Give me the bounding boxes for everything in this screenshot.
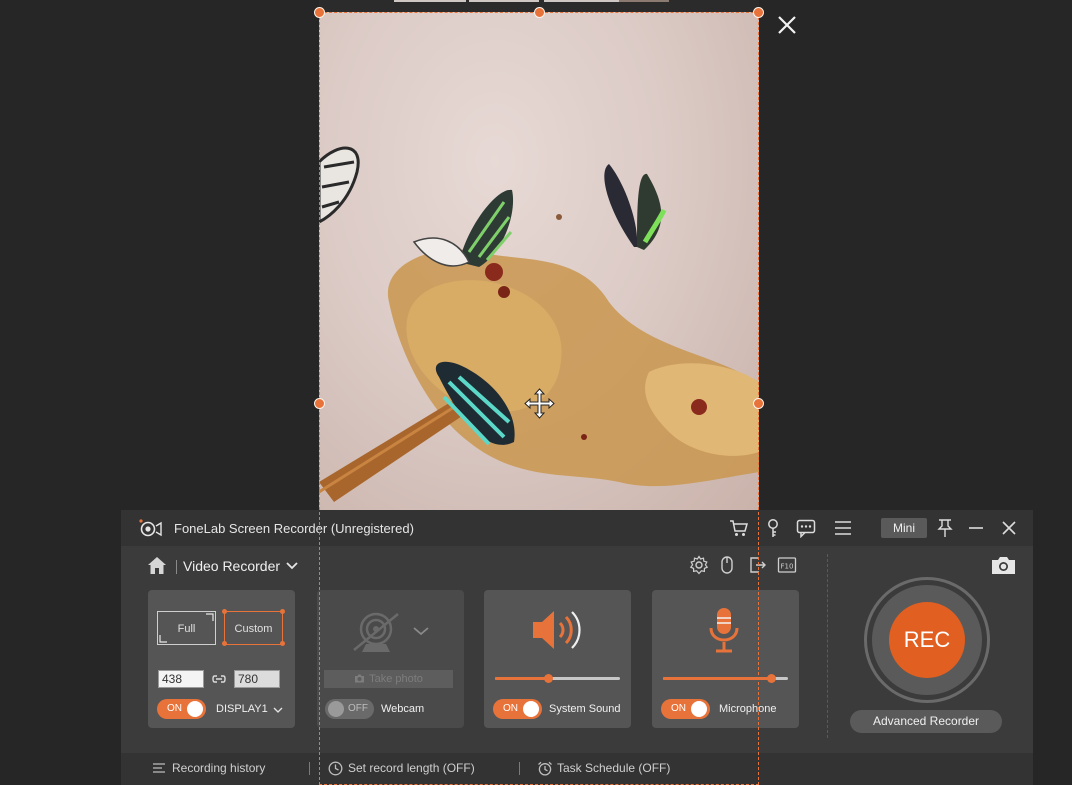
- export-icon[interactable]: [747, 555, 767, 575]
- rec-button[interactable]: REC: [889, 602, 965, 678]
- gear-icon[interactable]: [689, 555, 709, 575]
- app-logo-icon: [139, 519, 162, 537]
- microphone-volume-slider[interactable]: [663, 674, 788, 683]
- toggle-knob: [691, 701, 707, 717]
- recording-history-link[interactable]: Recording history: [152, 761, 265, 775]
- microphone-card: ON Microphone: [652, 590, 799, 728]
- resize-handle-right[interactable]: [753, 398, 764, 409]
- system-volume-slider[interactable]: [495, 674, 620, 683]
- chevron-down-icon[interactable]: [273, 706, 283, 714]
- footer-separator: [519, 762, 520, 775]
- close-selection-icon[interactable]: [776, 14, 798, 36]
- toggle-state-label: ON: [503, 703, 518, 714]
- alarm-clock-icon: [538, 761, 552, 776]
- link-ratio-icon[interactable]: [211, 672, 227, 686]
- hotkey-f10-icon[interactable]: F10: [777, 555, 797, 575]
- area-toggle[interactable]: ON: [157, 699, 206, 719]
- resize-handle-top[interactable]: [534, 7, 545, 18]
- take-photo-label: Take photo: [369, 673, 423, 685]
- record-area-card: Full Custom 438 780 ON DISPLAY1: [148, 590, 295, 728]
- width-input[interactable]: 438: [158, 670, 204, 688]
- menu-icon[interactable]: [833, 518, 853, 538]
- camera-icon[interactable]: [991, 555, 1016, 575]
- recorder-mode-selector[interactable]: Video Recorder: [183, 558, 280, 574]
- set-record-length-link[interactable]: Set record length (OFF): [328, 761, 475, 776]
- pin-icon[interactable]: [935, 518, 955, 538]
- toggle-state-label: ON: [671, 703, 686, 714]
- system-sound-card: ON System Sound: [484, 590, 631, 728]
- captured-video-preview: [319, 12, 759, 510]
- camera-icon: [355, 674, 365, 683]
- chevron-down-icon[interactable]: [412, 625, 430, 637]
- key-icon[interactable]: [763, 518, 783, 538]
- slider-fill: [663, 677, 771, 680]
- system-sound-label: System Sound: [549, 703, 621, 715]
- custom-corner-handle: [222, 641, 227, 646]
- custom-corner-handle: [280, 609, 285, 614]
- task-schedule-link[interactable]: Task Schedule (OFF): [537, 761, 671, 776]
- toggle-knob: [328, 701, 344, 717]
- resize-handle-top-left[interactable]: [314, 7, 325, 18]
- svg-text:F10: F10: [781, 563, 794, 571]
- webcam-label: Webcam: [381, 703, 425, 715]
- butterfly-scene-image: [319, 146, 759, 502]
- desktop-stage: FoneLab Screen Recorder (Unregistered) M…: [0, 0, 1072, 785]
- minimize-icon[interactable]: [966, 518, 986, 538]
- toggle-knob: [523, 701, 539, 717]
- toggle-state-label: ON: [167, 703, 182, 714]
- close-icon[interactable]: [999, 518, 1019, 538]
- task-schedule-label: Task Schedule (OFF): [557, 761, 671, 775]
- slider-thumb[interactable]: [766, 674, 776, 683]
- slider-fill: [495, 677, 548, 680]
- mouse-icon[interactable]: [717, 555, 737, 575]
- toggle-state-label: OFF: [348, 703, 368, 714]
- resize-handle-left[interactable]: [314, 398, 325, 409]
- custom-region-button[interactable]: Custom: [224, 611, 283, 645]
- slider-thumb[interactable]: [543, 674, 553, 683]
- panel-divider: [827, 554, 828, 738]
- full-corners-icon: [159, 613, 214, 643]
- title-bar: FoneLab Screen Recorder (Unregistered) M…: [121, 510, 1033, 546]
- resize-handle-top-right[interactable]: [753, 7, 764, 18]
- app-title: FoneLab Screen Recorder (Unregistered): [174, 521, 414, 536]
- webcam-disabled-icon: [353, 612, 399, 652]
- clock-icon: [328, 761, 343, 776]
- footer-separator: [309, 762, 310, 775]
- feedback-chat-icon[interactable]: [796, 518, 816, 538]
- home-icon[interactable]: [147, 556, 167, 575]
- custom-corner-handle: [280, 641, 285, 646]
- mini-mode-button[interactable]: Mini: [881, 518, 927, 538]
- recorder-panel: FoneLab Screen Recorder (Unregistered) M…: [121, 510, 1033, 785]
- speaker-icon: [533, 611, 581, 649]
- take-photo-button[interactable]: Take photo: [324, 670, 453, 688]
- microphone-label: Microphone: [719, 703, 777, 715]
- recording-history-label: Recording history: [172, 761, 266, 775]
- display-selector[interactable]: DISPLAY1: [216, 703, 268, 715]
- footer-bar: Recording history Set record length (OFF…: [121, 753, 1033, 785]
- webcam-toggle[interactable]: OFF: [325, 699, 374, 719]
- list-icon: [153, 763, 165, 773]
- height-input[interactable]: 780: [234, 670, 280, 688]
- microphone-icon: [709, 608, 739, 653]
- cart-icon[interactable]: [729, 518, 749, 538]
- set-record-length-label: Set record length (OFF): [348, 761, 475, 775]
- custom-corner-handle: [222, 609, 227, 614]
- mode-separator: [176, 560, 177, 574]
- microphone-toggle[interactable]: ON: [661, 699, 710, 719]
- system-sound-toggle[interactable]: ON: [493, 699, 542, 719]
- webcam-card: Take photo OFF Webcam: [317, 590, 464, 728]
- chevron-down-icon[interactable]: [285, 560, 299, 572]
- move-cursor-icon: [524, 388, 555, 419]
- toggle-knob: [187, 701, 203, 717]
- advanced-recorder-button[interactable]: Advanced Recorder: [850, 710, 1002, 733]
